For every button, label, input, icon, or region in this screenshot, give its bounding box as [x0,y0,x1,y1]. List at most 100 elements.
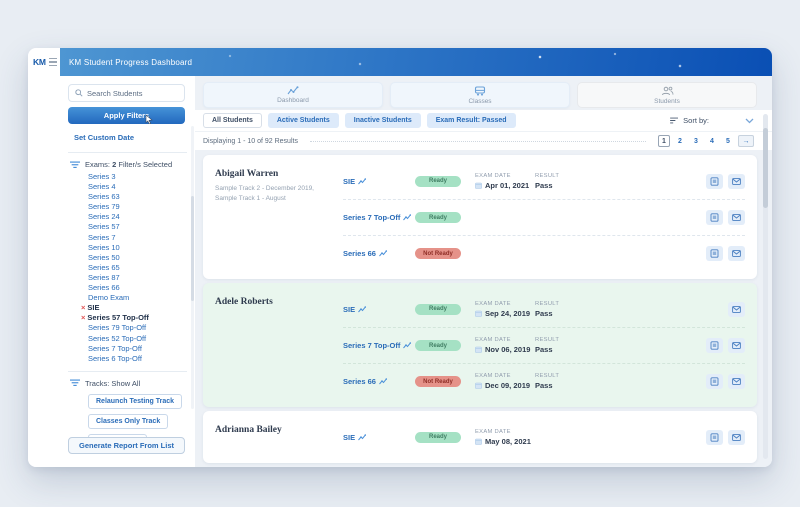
mail-icon [732,434,741,441]
exam-name-link[interactable]: Series 66 [343,377,415,386]
status-badge: Ready [415,340,461,351]
chevron-down-icon[interactable] [745,118,754,124]
student-list: Abigail Warren Sample Track 2 - December… [203,155,757,463]
result-value: Pass [535,309,591,318]
email-button[interactable] [728,374,745,389]
sort-by-control[interactable]: Sort by: [670,116,709,125]
report-icon [710,377,719,386]
exam-row: Series 66 Not Ready EXAM DATE Dec 09, 20… [343,363,745,399]
exam-name-link[interactable]: Series 66 [343,249,415,258]
sidebar-exam-filter[interactable]: Series 65 [88,263,195,273]
exam-name-link[interactable]: SIE [343,177,415,186]
sidebar-exam-filter[interactable]: Series 57 [88,222,195,232]
exam-date-label: EXAM DATE [475,173,535,179]
email-button[interactable] [728,246,745,261]
exam-date-value: Sep 24, 2019 [475,309,535,318]
sidebar-scrollbar-thumb[interactable] [191,196,194,301]
report-icon [710,433,719,442]
student-card: Abigail Warren Sample Track 2 - December… [203,155,757,279]
sidebar-exam-filter-selected[interactable]: ×SIE [88,303,195,313]
exam-date-label: EXAM DATE [475,429,535,435]
sidebar-exam-filter[interactable]: Series 79 Top-Off [88,323,195,333]
track-filter-button[interactable]: Relaunch Testing Track [88,394,182,409]
student-name: Adrianna Bailey [215,425,343,435]
tab-students[interactable]: Students [577,82,757,108]
sidebar-exam-filter[interactable]: Series 24 [88,212,195,222]
calendar-icon [475,310,482,317]
search-students-input[interactable] [87,89,178,98]
status-badge: Ready [415,304,461,315]
sidebar-exam-filter[interactable]: Series 50 [88,253,195,263]
sidebar-exam-filter[interactable]: Series 10 [88,243,195,253]
sidebar-exam-filter[interactable]: Series 7 [88,233,195,243]
exam-row: Series 7 Top-Off Ready [343,199,745,235]
email-button[interactable] [728,338,745,353]
page-button-2[interactable]: 2 [674,135,686,147]
calendar-icon [475,438,482,445]
remove-filter-icon[interactable]: × [81,313,85,322]
tab-classes[interactable]: Classes [390,82,570,108]
line-chart-icon [287,86,299,95]
chip-active-students[interactable]: Active Students [268,113,339,128]
tab-dashboard[interactable]: Dashboard [203,82,383,108]
report-button[interactable] [706,338,723,353]
sort-icon [670,117,679,124]
sidebar-exam-filter[interactable]: Series 7 Top-Off [88,344,195,354]
report-button[interactable] [706,174,723,189]
sidebar-exam-filter[interactable]: Series 63 [88,192,195,202]
email-button[interactable] [728,430,745,445]
student-name: Abigail Warren [215,169,343,179]
report-button[interactable] [706,210,723,225]
apply-filters-button[interactable]: Apply Filters [68,107,185,124]
sidebar-exam-filter[interactable]: Series 4 [88,182,195,192]
sidebar-scrollbar[interactable] [191,126,194,409]
exam-name-link[interactable]: SIE [343,305,415,314]
exam-name-link[interactable]: SIE [343,433,415,442]
track-filter-button[interactable]: Classes Only Track [88,414,168,429]
page-button-1[interactable]: 1 [658,135,670,147]
app-window: KM KM Student Progress Dashboard Apply F… [28,48,772,467]
student-tracks: Sample Track 2 - December 2019, Sample T… [215,184,343,204]
exam-row: SIE Ready EXAM DATE Apr 01, 2021 [343,163,745,199]
email-button[interactable] [728,302,745,317]
sidebar-exam-filter[interactable]: Series 87 [88,273,195,283]
page-button-3[interactable]: 3 [690,135,702,147]
exam-name-link[interactable]: Series 7 Top-Off [343,213,415,222]
class-bus-icon [474,86,486,96]
sidebar-exam-filter[interactable]: Series 52 Top-Off [88,334,195,344]
report-button[interactable] [706,430,723,445]
chip-inactive-students[interactable]: Inactive Students [345,113,421,128]
remove-filter-icon[interactable]: × [81,303,85,312]
main-scrollbar-thumb[interactable] [763,128,768,208]
mail-icon [732,342,741,349]
sidebar-exam-filter[interactable]: Series 6 Top-Off [88,354,195,364]
view-tabs: Dashboard Classes Students [203,82,757,108]
email-button[interactable] [728,210,745,225]
mail-icon [732,306,741,313]
search-students-box[interactable] [68,84,185,102]
sidebar-exam-filter[interactable]: Demo Exam [88,293,195,303]
page-button-5[interactable]: 5 [722,135,734,147]
report-button[interactable] [706,246,723,261]
mouse-cursor-icon [145,115,153,124]
exam-filter-list: Series 3 Series 4 Series 63 Series 79 Se… [88,172,195,364]
page-button-4[interactable]: 4 [706,135,718,147]
generate-report-button[interactable]: Generate Report From List [68,437,185,454]
trend-chart-icon [358,434,366,441]
exam-date-value: Dec 09, 2019 [475,381,535,390]
next-page-button[interactable]: → [738,135,754,147]
exam-name-link[interactable]: Series 7 Top-Off [343,341,415,350]
results-divider [310,141,646,142]
sidebar-exam-filter[interactable]: Series 79 [88,202,195,212]
main-scrollbar[interactable] [763,114,768,459]
report-button[interactable] [706,374,723,389]
sidebar-exam-filter[interactable]: Series 66 [88,283,195,293]
exam-row: SIE Ready EXAM DATE May 08, 2021 [343,419,745,455]
chip-all-students[interactable]: All Students [203,113,262,128]
hamburger-menu-icon[interactable] [49,58,57,66]
set-custom-date-link[interactable]: Set Custom Date [74,133,134,142]
email-button[interactable] [728,174,745,189]
sidebar-exam-filter[interactable]: Series 3 [88,172,195,182]
chip-exam-result-passed[interactable]: Exam Result: Passed [427,113,516,128]
sidebar-exam-filter-selected[interactable]: ×Series 57 Top-Off [88,313,195,323]
